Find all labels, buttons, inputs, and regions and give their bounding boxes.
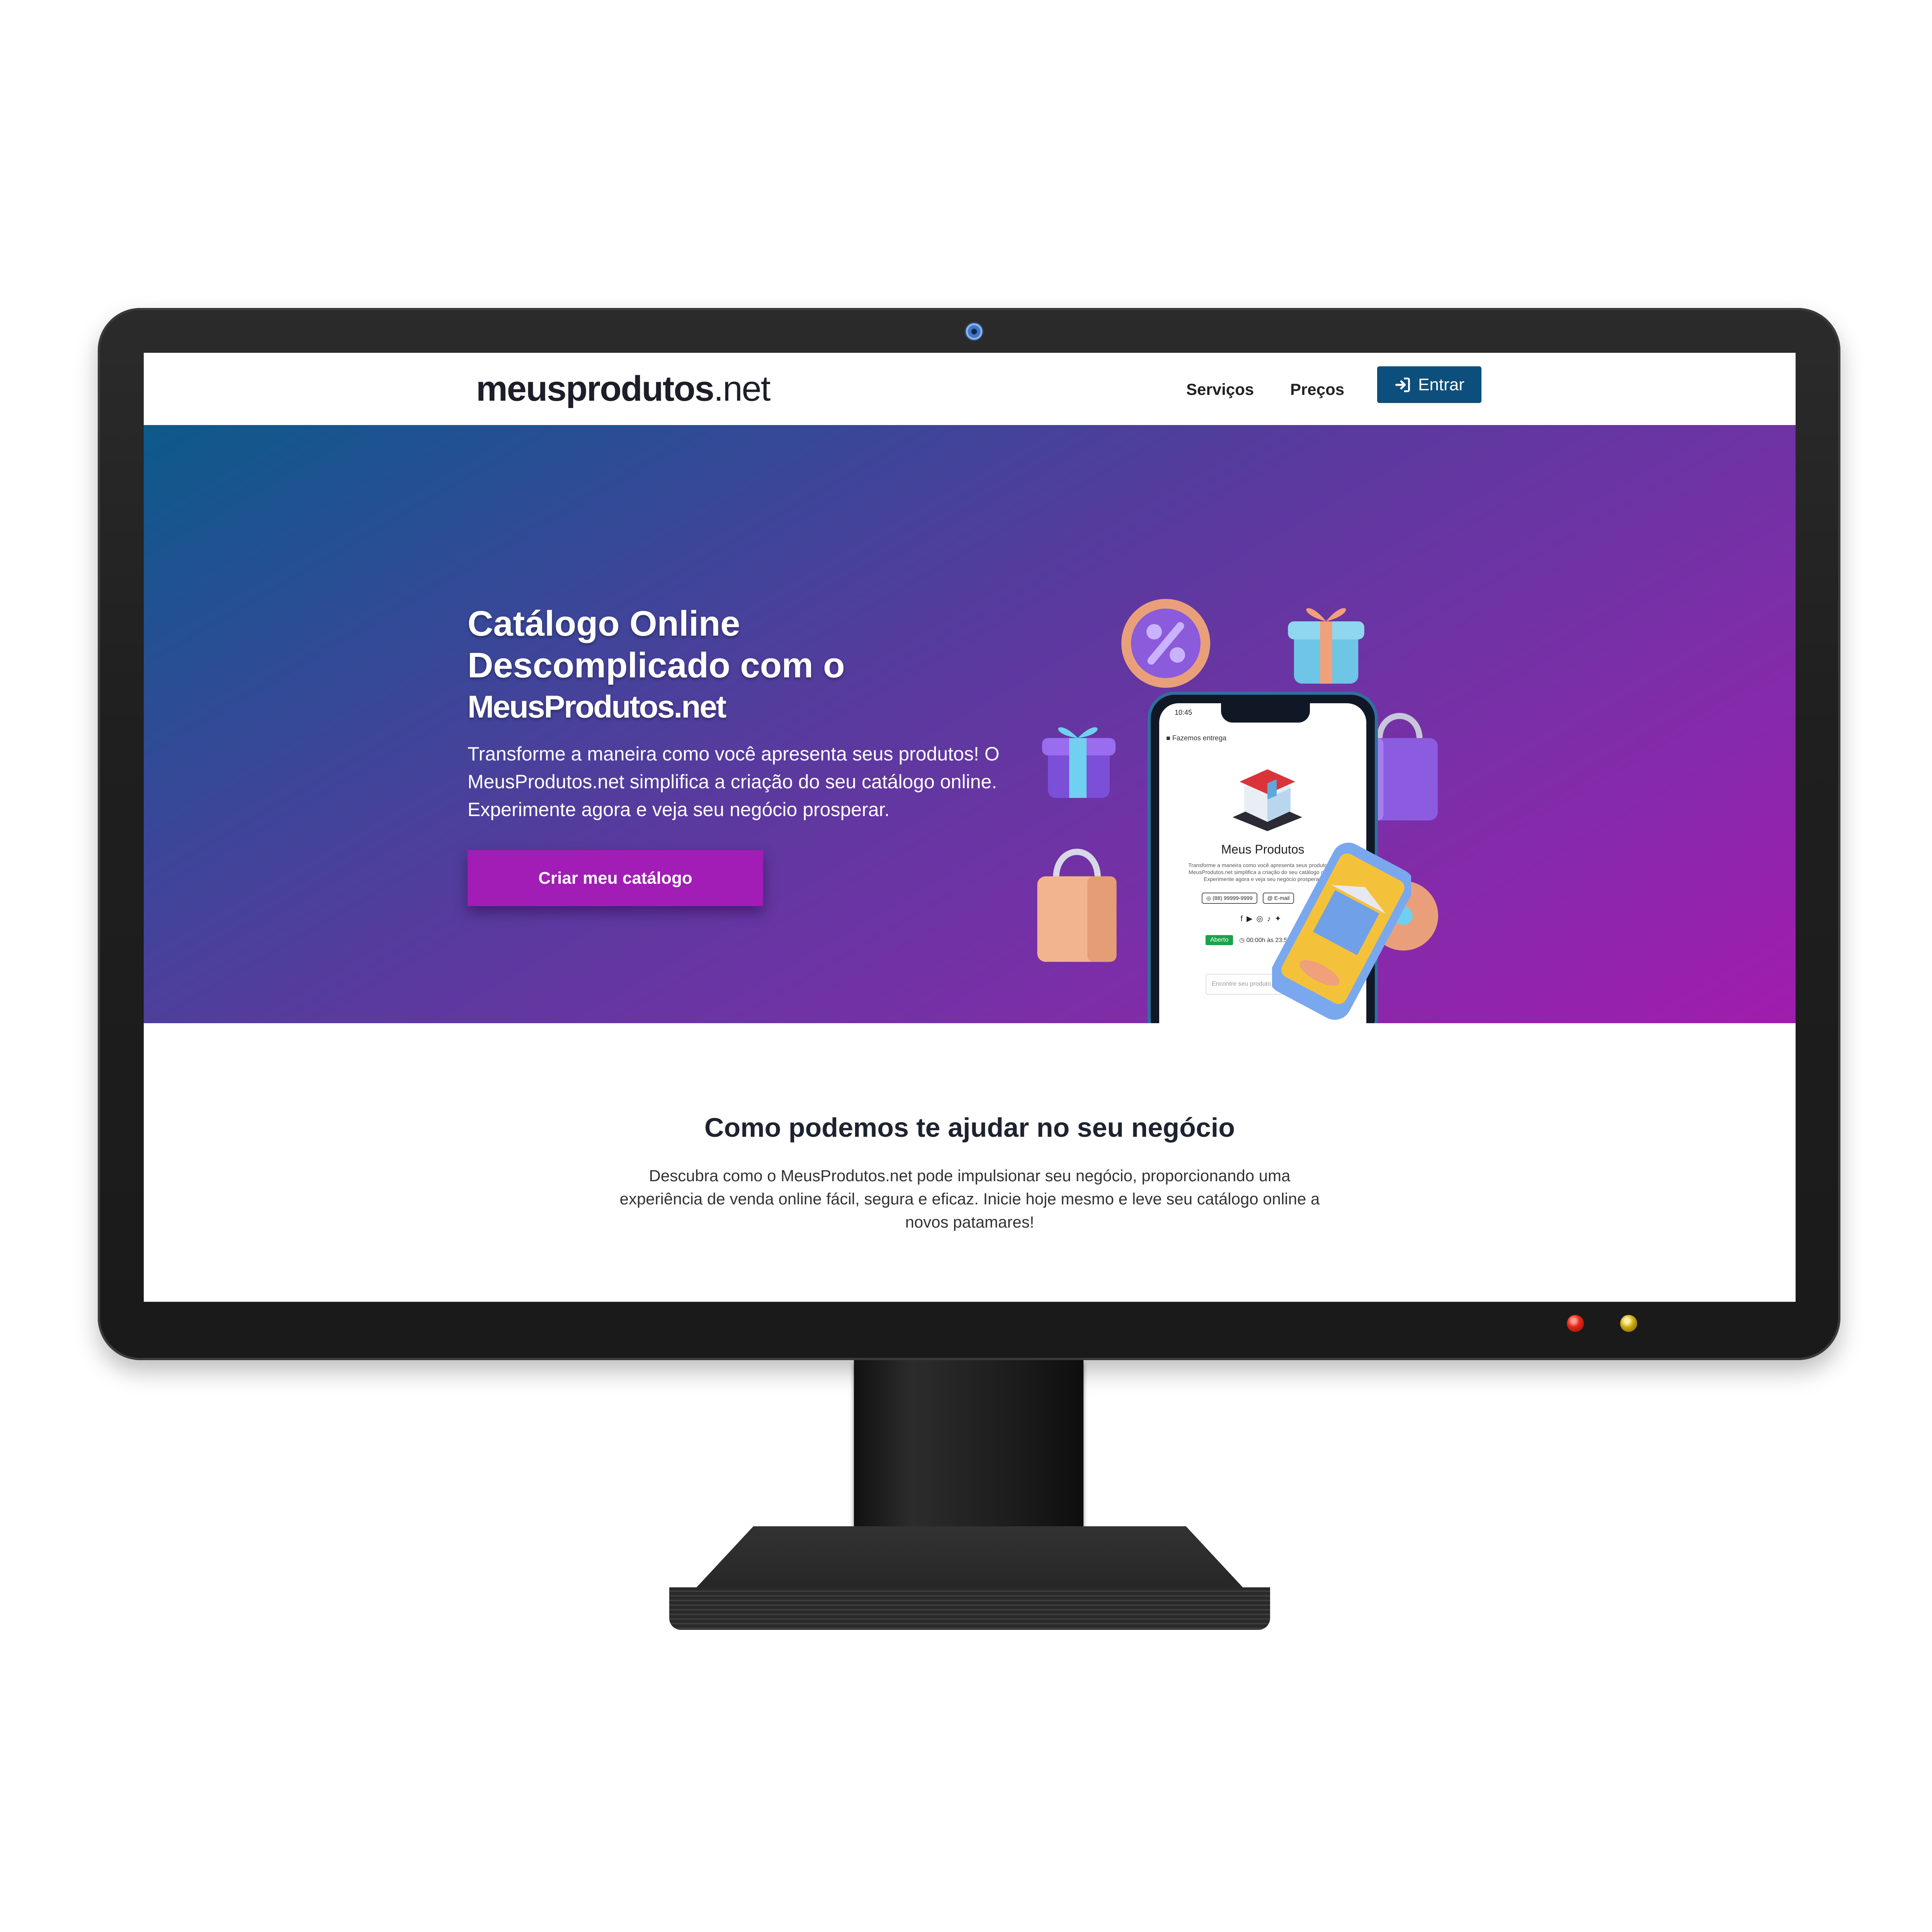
hero-section: Catálogo Online Descomplicado com o Meus… xyxy=(144,425,1796,1023)
hero-title-line1: Catálogo Online xyxy=(468,604,740,643)
standby-led xyxy=(1620,1315,1637,1332)
power-led xyxy=(1567,1315,1584,1332)
login-button-label: Entrar xyxy=(1418,375,1464,394)
whatsapp-chip[interactable]: ◎ (88) 99999-9999 xyxy=(1202,893,1257,904)
clock-icon: ◷ xyxy=(1239,937,1245,944)
whatsapp-number: (88) 99999-9999 xyxy=(1213,895,1253,901)
hero-illustration: 10:45 ■ Fazemos entrega Meus Produtos Tr… xyxy=(1025,595,1450,1023)
help-section: Como podemos te ajudar no seu negócio De… xyxy=(144,1023,1796,1302)
nav-link-servicos[interactable]: Serviços xyxy=(1186,374,1254,405)
create-catalog-button[interactable]: Criar meu catálogo xyxy=(468,850,763,906)
discount-badge-icon xyxy=(1121,599,1210,688)
logo-domain: .net xyxy=(713,369,770,408)
status-badge: Aberto xyxy=(1206,935,1233,945)
truck-icon: ■ xyxy=(1166,734,1170,742)
hero-title-brand: MeusProdutos.net xyxy=(468,689,726,724)
gift-box-icon-purple xyxy=(1042,727,1116,798)
instagram-icon[interactable]: ◎ xyxy=(1256,915,1267,923)
nav-link-precos[interactable]: Preços xyxy=(1290,374,1344,405)
delivery-label: ■ Fazemos entrega xyxy=(1166,734,1226,742)
help-section-title: Como podemos te ajudar no seu negócio xyxy=(704,1112,1235,1143)
webcam xyxy=(964,322,984,341)
youtube-icon[interactable]: ▶ xyxy=(1247,915,1256,923)
whatsapp-icon: ◎ xyxy=(1206,895,1211,901)
shopping-bag-icon-peach xyxy=(1037,849,1117,962)
navbar: meusprodutos.net Serviços Preços Entrar xyxy=(144,353,1796,425)
hero-title: Catálogo Online Descomplicado com o Meus… xyxy=(468,603,1047,728)
screen: meusprodutos.net Serviços Preços Entrar … xyxy=(144,353,1796,1302)
phone-time: 10:45 xyxy=(1175,709,1192,716)
hero-title-line2: Descomplicado com o xyxy=(468,646,845,685)
sign-in-icon xyxy=(1395,377,1410,392)
site-logo[interactable]: meusprodutos.net xyxy=(476,364,770,414)
facebook-icon[interactable]: f xyxy=(1240,915,1247,923)
login-button[interactable]: Entrar xyxy=(1377,366,1481,403)
store-icon xyxy=(1233,769,1302,831)
gift-box-icon xyxy=(1288,608,1364,684)
help-section-text: Descubra como o MeusProdutos.net pode im… xyxy=(619,1167,1320,1231)
mini-phone-shop-icon xyxy=(1272,842,1411,1020)
phone-notch xyxy=(1221,703,1310,723)
hero-subtitle: Transforme a maneira como você apresenta… xyxy=(468,743,1000,820)
logo-name: meusprodutos xyxy=(476,369,714,408)
monitor-stand-base-edge xyxy=(669,1587,1270,1630)
delivery-text: Fazemos entrega xyxy=(1172,734,1226,742)
